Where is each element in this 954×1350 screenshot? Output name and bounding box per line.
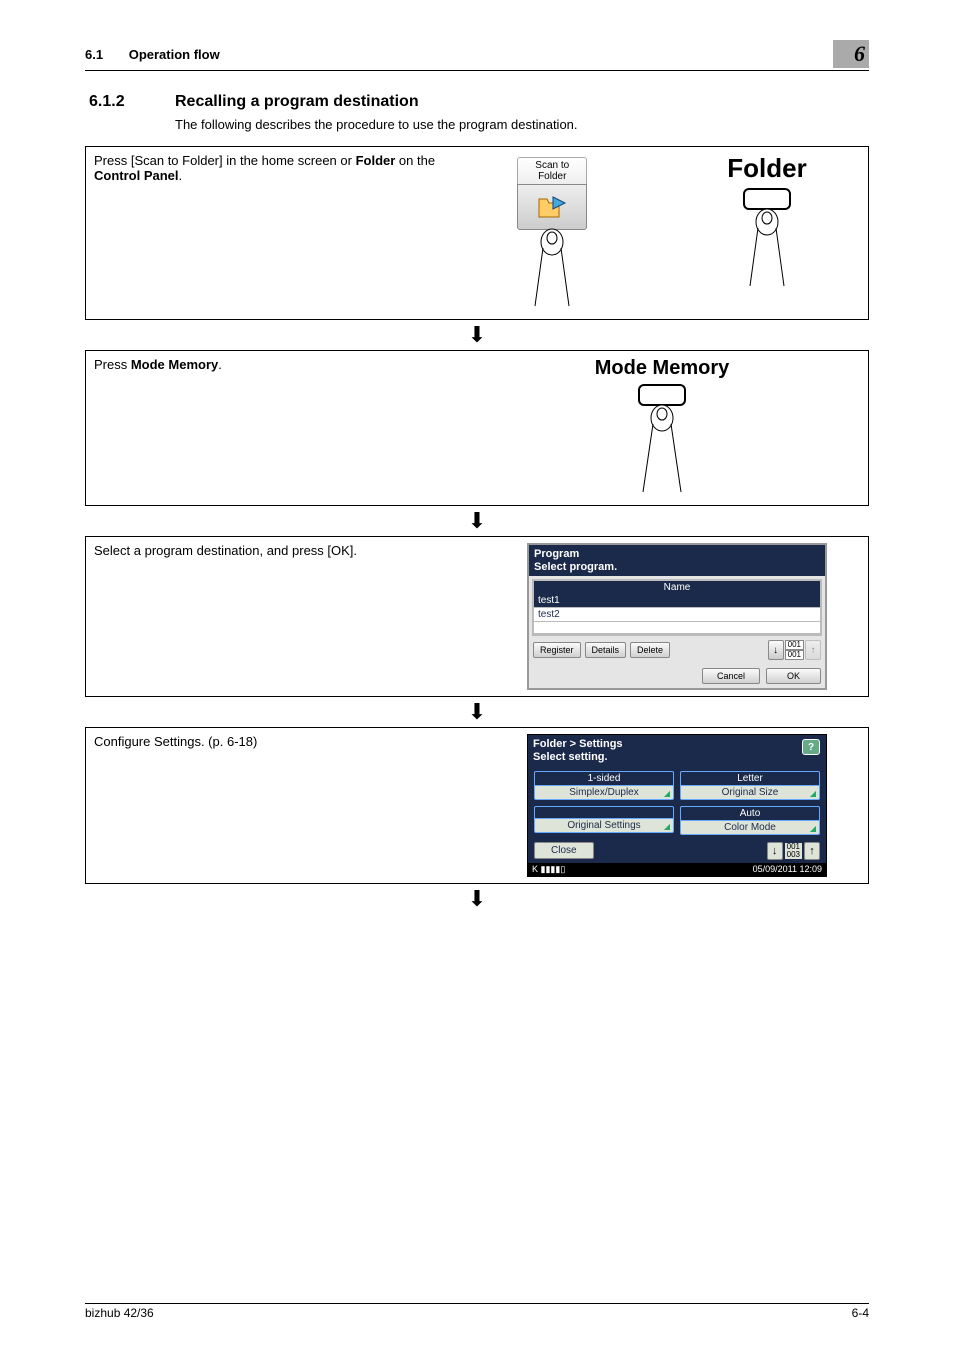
cancel-button[interactable]: Cancel: [702, 668, 760, 684]
page-up-button[interactable]: ↑: [804, 842, 820, 860]
page-footer: bizhub 42/36 6-4: [85, 1303, 869, 1320]
program-list: test1 test2: [532, 594, 822, 636]
down-arrow-icon: ⬇︎: [85, 697, 869, 727]
page-down-button[interactable]: ↓: [767, 842, 783, 860]
help-button[interactable]: ?: [802, 739, 820, 755]
setting-simplex-duplex[interactable]: 1-sided Simplex/Duplex◢: [534, 771, 674, 800]
list-item[interactable]: test2: [534, 608, 820, 622]
delete-button[interactable]: Delete: [630, 642, 670, 658]
setting-original-size[interactable]: Letter Original Size◢: [680, 771, 820, 800]
step-1: Press [Scan to Folder] in the home scree…: [85, 146, 869, 320]
subsection-number: 6.1.2: [85, 93, 175, 111]
step-2-graphics: Mode Memory: [456, 351, 868, 505]
folder-key-label: Folder: [727, 153, 806, 184]
toner-level: K ▮▮▮▮▯: [532, 864, 565, 875]
page-total: 003: [785, 851, 802, 859]
status-bar: K ▮▮▮▮▯ 05/09/2011 12:09: [528, 863, 826, 876]
dropdown-icon: ◢: [810, 789, 816, 798]
section-number: 6.1: [85, 47, 103, 62]
list-item[interactable]: test1: [534, 594, 820, 608]
page-header: 6.1 Operation flow 6: [85, 40, 869, 71]
step-3-graphics: ProgramSelect program. Name test1 test2 …: [486, 537, 868, 696]
settings-screen: Folder > SettingsSelect setting. ? 1-sid…: [527, 734, 827, 876]
screen-title: Folder > SettingsSelect setting.: [528, 735, 826, 766]
datetime: 05/09/2011 12:09: [753, 864, 822, 875]
ok-button[interactable]: OK: [766, 668, 821, 684]
dropdown-icon: ◢: [664, 822, 670, 831]
scan-to-folder-button[interactable]: Scan toFolder: [517, 157, 587, 230]
down-arrow-icon: ⬇︎: [85, 884, 869, 914]
details-button[interactable]: Details: [585, 642, 627, 658]
finger-press-icon: [637, 404, 687, 494]
down-arrow-icon: ⬇︎: [85, 506, 869, 536]
page-total: 001: [785, 650, 804, 660]
dropdown-icon: ◢: [664, 789, 670, 798]
list-item: [534, 622, 820, 634]
step-1-graphics: Scan toFolder Folder: [456, 147, 868, 319]
step-3: Select a program destination, and press …: [85, 536, 869, 697]
subsection-heading: 6.1.2 Recalling a program destination: [85, 93, 869, 111]
folder-physical-button[interactable]: [743, 188, 791, 210]
dropdown-icon: ◢: [810, 824, 816, 833]
column-header-name: Name: [532, 579, 822, 594]
step-4-text: Configure Settings. (p. 6-18): [86, 728, 486, 882]
section-title: Operation flow: [129, 47, 220, 62]
register-button[interactable]: Register: [533, 642, 581, 658]
intro-text: The following describes the procedure to…: [175, 117, 869, 132]
page-up-button[interactable]: ↑: [805, 640, 821, 660]
program-select-screen: ProgramSelect program. Name test1 test2 …: [527, 543, 827, 690]
page-current: 001: [785, 640, 804, 650]
mode-memory-button[interactable]: [638, 384, 686, 406]
page-number: 6-4: [852, 1306, 869, 1320]
mode-memory-label: Mode Memory: [595, 357, 729, 380]
scan-folder-icon: [517, 184, 587, 230]
down-arrow-icon: ⬇︎: [85, 320, 869, 350]
step-1-text: Press [Scan to Folder] in the home scree…: [86, 147, 456, 319]
step-4: Configure Settings. (p. 6-18) Folder > S…: [85, 727, 869, 883]
finger-press-icon: [527, 228, 577, 308]
section-ref: 6.1 Operation flow: [85, 47, 220, 62]
step-3-text: Select a program destination, and press …: [86, 537, 486, 696]
step-2-text: Press Mode Memory.: [86, 351, 456, 505]
subsection-title: Recalling a program destination: [175, 93, 419, 111]
finger-press-icon: [742, 208, 792, 288]
close-button[interactable]: Close: [534, 842, 594, 859]
screen-title: ProgramSelect program.: [529, 545, 825, 576]
chapter-badge: 6: [833, 40, 869, 68]
setting-color-mode[interactable]: Auto Color Mode◢: [680, 806, 820, 835]
product-name: bizhub 42/36: [85, 1306, 154, 1320]
step-4-graphics: Folder > SettingsSelect setting. ? 1-sid…: [486, 728, 868, 882]
page-down-button[interactable]: ↓: [768, 640, 784, 660]
step-2: Press Mode Memory. Mode Memory: [85, 350, 869, 506]
setting-original-settings[interactable]: Original Settings◢: [534, 806, 674, 835]
